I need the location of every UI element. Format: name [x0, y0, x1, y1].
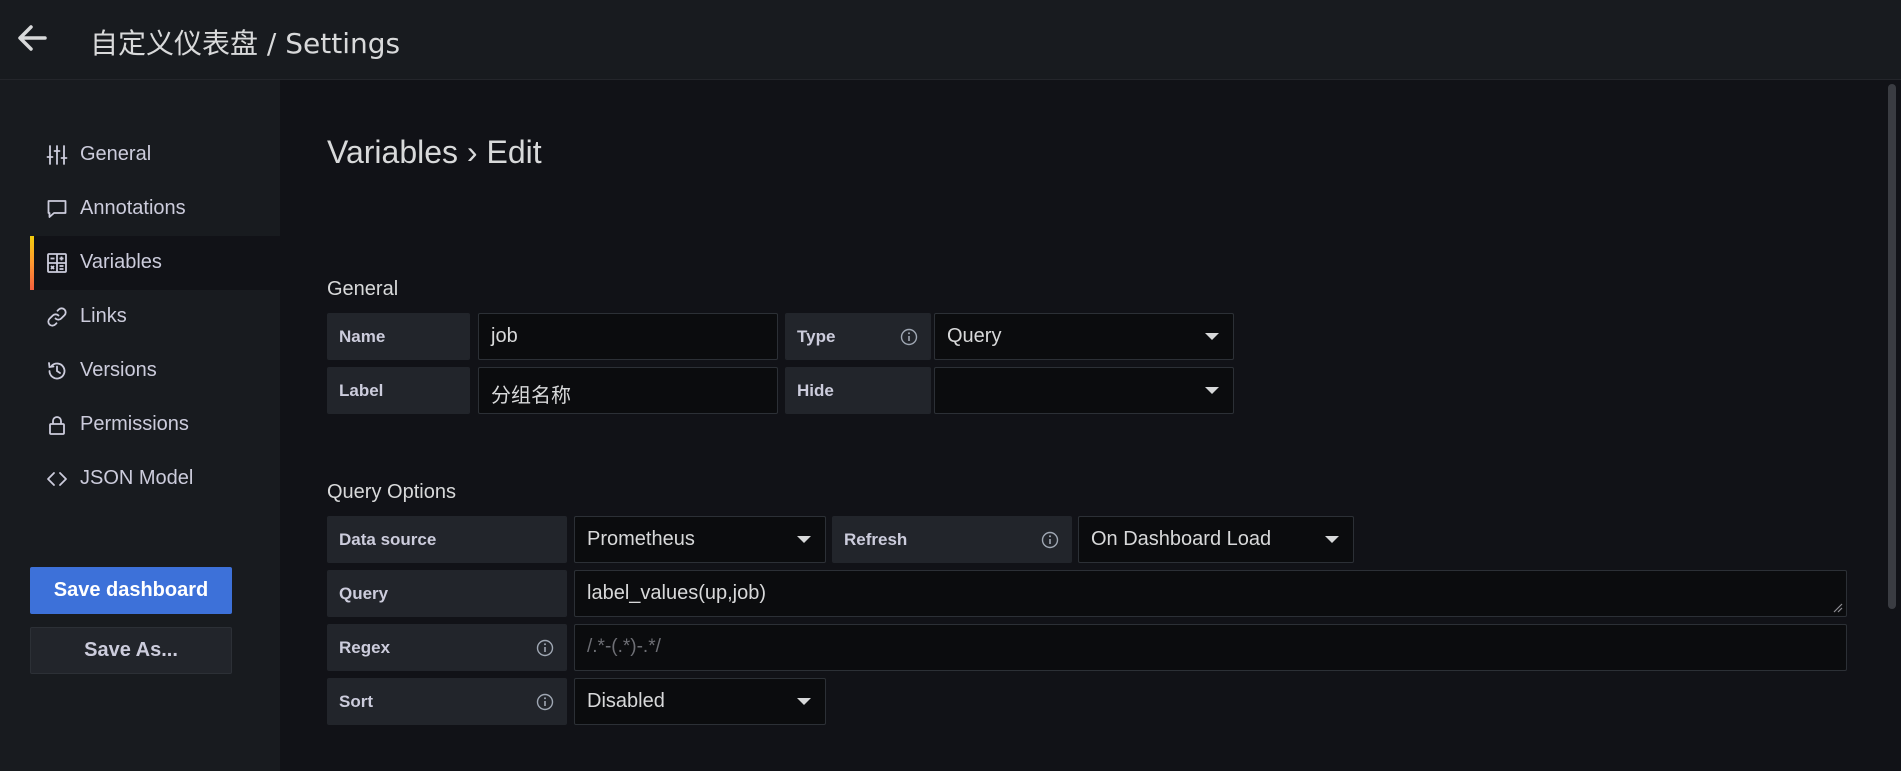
- sort-select[interactable]: Disabled: [574, 678, 826, 725]
- page-title: Variables › Edit: [327, 134, 542, 170]
- refresh-label: Refresh: [832, 516, 1072, 563]
- comment-icon: [46, 198, 68, 220]
- chevron-down-icon: [1205, 387, 1219, 394]
- arrow-left-icon: [18, 25, 47, 51]
- hide-label: Hide: [785, 367, 931, 414]
- chevron-down-icon: [797, 698, 811, 705]
- hide-select[interactable]: [934, 367, 1234, 414]
- save-as-button[interactable]: Save As...: [30, 627, 232, 674]
- chevron-down-icon: [1325, 536, 1339, 543]
- calculator-icon: [46, 252, 68, 274]
- sidebar-item-general[interactable]: General: [30, 128, 280, 182]
- chevron-down-icon: [1205, 333, 1219, 340]
- save-dashboard-button[interactable]: Save dashboard: [30, 567, 232, 614]
- info-icon[interactable]: [536, 693, 554, 711]
- sidebar-item-label: Permissions: [80, 413, 189, 435]
- type-label: Type: [785, 313, 931, 360]
- query-textarea[interactable]: label_values(up,job): [574, 570, 1847, 617]
- info-icon[interactable]: [900, 328, 918, 346]
- chevron-down-icon: [797, 536, 811, 543]
- name-label: Name: [327, 313, 470, 360]
- label-label: Label: [327, 367, 470, 414]
- sidebar-item-label: Links: [80, 305, 127, 327]
- resize-handle-icon[interactable]: [1831, 601, 1843, 613]
- refresh-select[interactable]: On Dashboard Load: [1078, 516, 1354, 563]
- sidebar-item-versions[interactable]: Versions: [30, 344, 280, 398]
- link-icon: [46, 306, 68, 328]
- label-input[interactable]: 分组名称: [478, 367, 778, 414]
- regex-input[interactable]: /.*-(.*)-.*/: [574, 624, 1847, 671]
- sliders-icon: [46, 144, 68, 166]
- sidebar-item-links[interactable]: Links: [30, 290, 280, 344]
- sidebar-item-json-model[interactable]: JSON Model: [30, 452, 280, 506]
- sidebar-item-label: JSON Model: [80, 467, 194, 489]
- sidebar-item-label: Annotations: [80, 197, 186, 219]
- code-icon: [46, 468, 68, 490]
- type-select[interactable]: Query: [934, 313, 1234, 360]
- datasource-select[interactable]: Prometheus: [574, 516, 826, 563]
- sidebar-item-label: Versions: [80, 359, 157, 381]
- sidebar-item-permissions[interactable]: Permissions: [30, 398, 280, 452]
- regex-label: Regex: [327, 624, 567, 671]
- history-icon: [46, 360, 68, 382]
- page-header-title: 自定义仪表盘 / Settings: [90, 27, 401, 60]
- sidebar-item-label: General: [80, 143, 152, 165]
- scrollbar-thumb[interactable]: [1888, 84, 1896, 609]
- query-options-section-title: Query Options: [327, 481, 456, 503]
- sidebar-item-label: Variables: [80, 251, 162, 273]
- sidebar-item-annotations[interactable]: Annotations: [30, 182, 280, 236]
- info-icon[interactable]: [1041, 531, 1059, 549]
- sort-label: Sort: [327, 678, 567, 725]
- name-input[interactable]: job: [478, 313, 778, 360]
- datasource-label: Data source: [327, 516, 567, 563]
- settings-sidebar: General Annotations Variables Links Vers…: [0, 80, 280, 771]
- main-content: Variables › Edit General Name job Type Q…: [280, 80, 1881, 771]
- back-button[interactable]: [14, 20, 50, 56]
- lock-icon: [46, 414, 68, 436]
- info-icon[interactable]: [536, 639, 554, 657]
- general-section-title: General: [327, 278, 399, 300]
- sidebar-item-variables[interactable]: Variables: [30, 236, 280, 290]
- top-bar: 自定义仪表盘 / Settings: [0, 0, 1901, 80]
- query-label: Query: [327, 570, 567, 617]
